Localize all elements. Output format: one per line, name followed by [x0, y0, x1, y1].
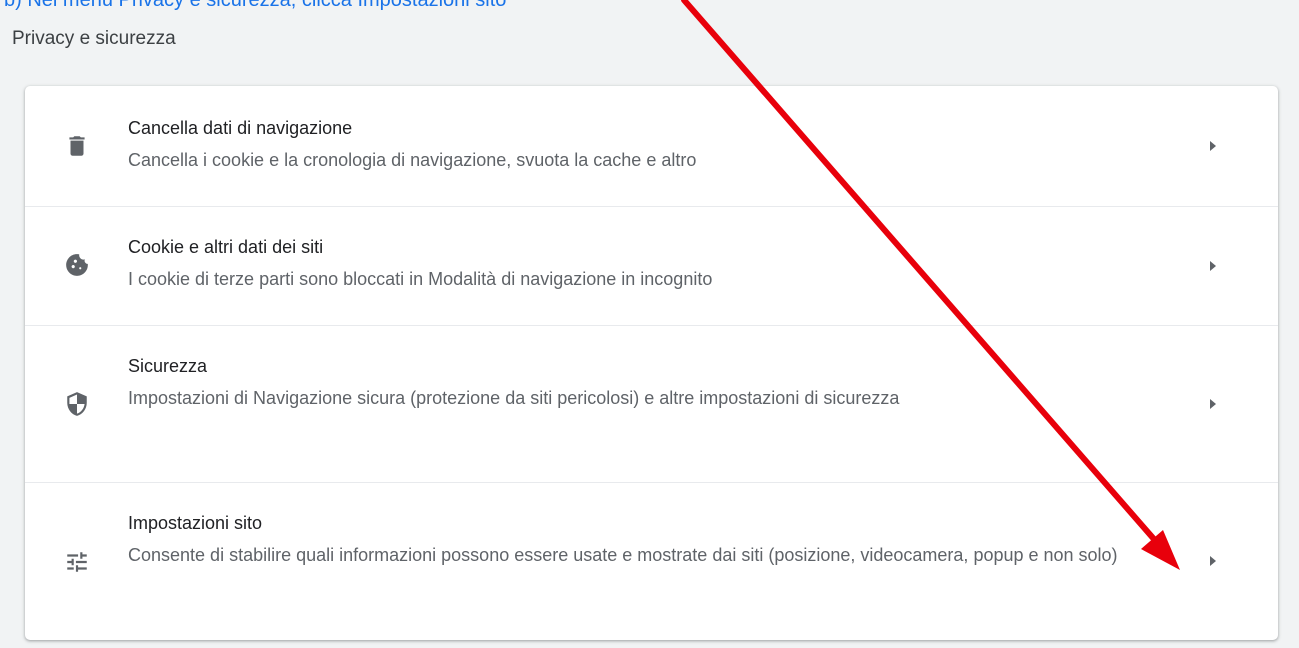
clear-browsing-data-title: Cancella dati di navigazione	[128, 118, 353, 138]
security-text: Sicurezza Impostazioni di Navigazione si…	[128, 354, 1128, 416]
arrow-right-icon	[1207, 258, 1219, 274]
cookie-icon	[64, 252, 90, 278]
cookies-site-data-text: Cookie e altri dati dei siti I cookie di…	[128, 235, 1128, 297]
cookies-site-data-title: Cookie e altri dati dei siti	[128, 237, 324, 257]
tune-icon	[64, 549, 90, 575]
section-title: Privacy e sicurezza	[12, 28, 176, 49]
security-row[interactable]: Sicurezza Impostazioni di Navigazione si…	[25, 326, 1278, 482]
clear-browsing-data-description: Cancella i cookie e la cronologia di nav…	[128, 150, 697, 170]
site-settings-row[interactable]: Impostazioni sito Consente di stabilire …	[25, 483, 1278, 640]
site-settings-title: Impostazioni sito	[128, 513, 263, 533]
site-settings-description: Consente di stabilire quali informazioni…	[128, 545, 1118, 565]
site-settings-text: Impostazioni sito Consente di stabilire …	[128, 511, 1128, 573]
cookies-site-data-description: I cookie di terze parti sono bloccati in…	[128, 269, 713, 289]
clear-browsing-data-row[interactable]: Cancella dati di navigazione Cancella i …	[25, 86, 1278, 207]
cookies-site-data-row[interactable]: Cookie e altri dati dei siti I cookie di…	[25, 207, 1278, 325]
shield-icon	[64, 391, 90, 417]
trash-icon	[64, 133, 90, 159]
privacy-settings-card: Cancella dati di navigazione Cancella i …	[25, 86, 1278, 640]
arrow-right-icon	[1207, 553, 1219, 569]
instruction-caption: b) Nel menu Privacy e sicurezza, clicca …	[4, 0, 507, 11]
clear-browsing-data-text: Cancella dati di navigazione Cancella i …	[128, 116, 1128, 178]
arrow-right-icon	[1207, 396, 1219, 412]
security-title: Sicurezza	[128, 356, 208, 376]
arrow-right-icon	[1207, 138, 1219, 154]
security-description: Impostazioni di Navigazione sicura (prot…	[128, 388, 900, 408]
